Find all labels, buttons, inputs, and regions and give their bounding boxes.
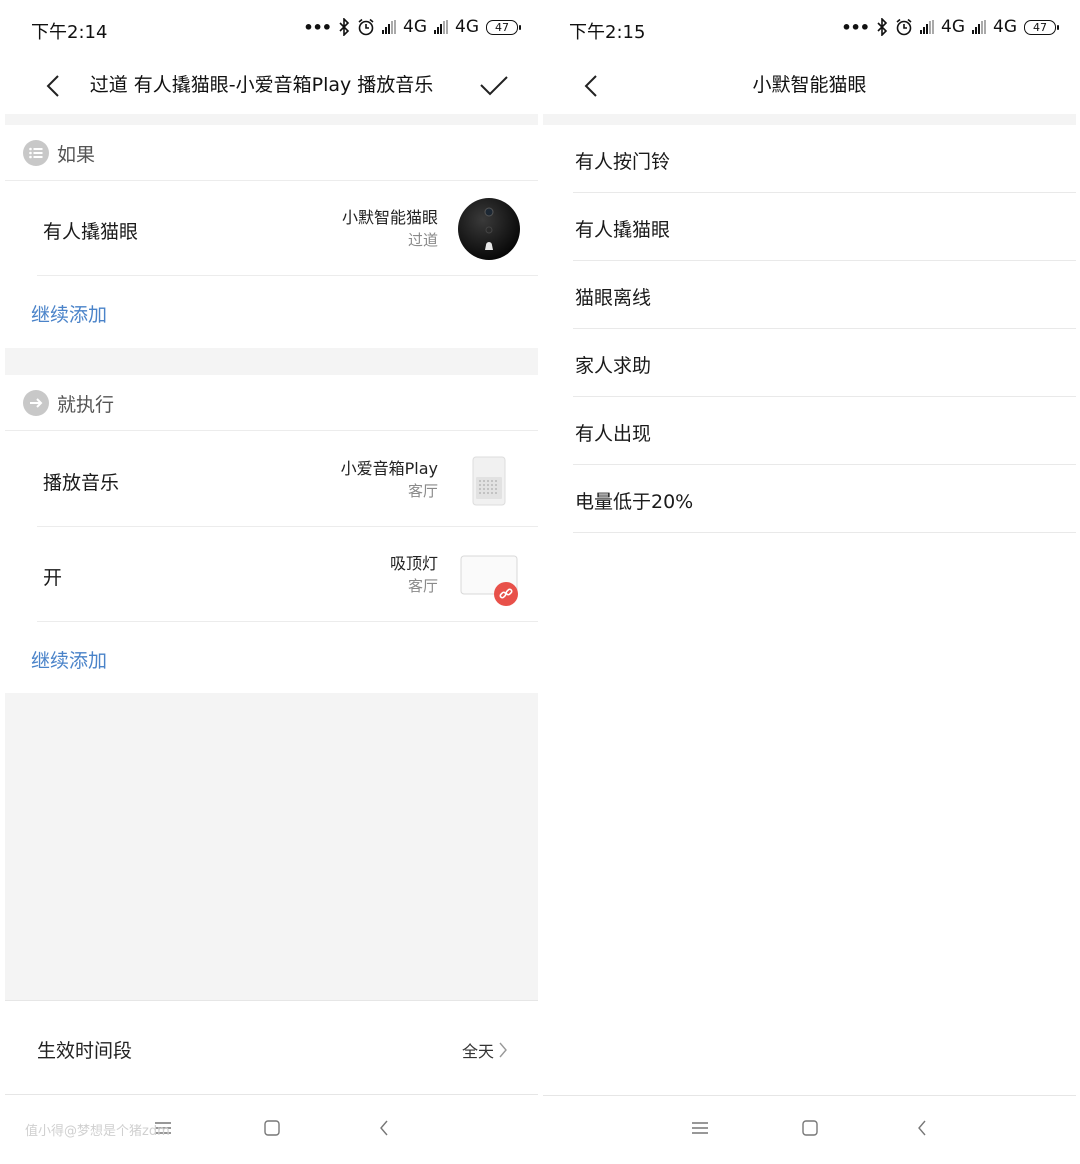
network-label-2: 4G [993,17,1017,37]
action-row[interactable]: 播放音乐 小爱音箱Play 客厅 [5,433,538,527]
trigger-option-label: 有人撬猫眼 [575,219,671,241]
battery-icon: 47 [486,19,521,35]
condition-label: 有人撬猫眼 [43,221,139,243]
status-bar: 下午2:14 ••• 4G 4G 47 [5,0,538,56]
row-divider [37,275,538,276]
system-nav-bar [543,1096,1076,1164]
device-name: 小默智能猫眼 [341,208,438,227]
network-label-1: 4G [403,17,427,37]
trigger-option[interactable]: 有人出现 [543,397,1076,465]
trigger-option[interactable]: 有人撬猫眼 [543,193,1076,261]
trigger-select-screen: 下午2:15 ••• 4G 4G 47 小默智能猫眼 有人按门铃 有人撬猫眼 猫… [543,0,1076,1164]
action-row[interactable]: 开 吸顶灯 客厅 [5,528,538,622]
more-dots-icon: ••• [841,17,870,37]
link-badge-icon [494,582,518,606]
action-device: 吸顶灯 客厅 [390,553,438,597]
home-button[interactable] [795,1116,825,1140]
row-divider [37,621,538,622]
trigger-option[interactable]: 电量低于20% [543,465,1076,533]
add-condition-link[interactable]: 继续添加 [31,300,107,327]
signal-hd-icon [972,20,986,34]
trigger-option-label: 家人求助 [575,355,652,377]
trigger-option-label: 猫眼离线 [575,287,652,309]
list-icon [23,140,49,166]
more-dots-icon: ••• [303,17,332,37]
effective-period-row[interactable]: 生效时间段 全天 [5,1000,538,1095]
signal-icon [382,20,396,34]
effective-period-label: 生效时间段 [37,1040,133,1062]
trigger-option-label: 有人按门铃 [575,151,671,173]
trigger-option[interactable]: 有人按门铃 [543,125,1076,193]
action-label: 播放音乐 [43,472,120,494]
if-section-title: 如果 [57,144,96,166]
status-time: 下午2:14 [31,22,108,43]
effective-period-value-wrap: 全天 [462,1038,508,1062]
row-divider [37,526,538,527]
top-bar: 过道 有人撬猫眼-小爱音箱Play 播放音乐 [5,56,538,114]
alarm-icon [358,18,374,36]
battery-icon: 47 [1024,19,1059,35]
nav-back-icon [918,1120,926,1136]
home-button[interactable] [257,1116,287,1140]
trigger-option-label: 电量低于20% [575,491,694,513]
ceiling-light-image [458,544,520,606]
if-section-header: 如果 [5,125,538,181]
then-section-title: 就执行 [57,394,115,416]
divider [5,348,538,375]
home-icon [802,1120,818,1136]
status-icons: ••• 4G 4G 47 [841,17,1059,37]
automation-edit-screen: 下午2:14 ••• 4G 4G 47 过道 有人撬猫眼-小爱音箱Play 播放… [5,0,538,1164]
status-bar: 下午2:15 ••• 4G 4G 47 [543,0,1076,56]
status-icons: ••• 4G 4G 47 [303,17,521,37]
trigger-option[interactable]: 家人求助 [543,329,1076,397]
trigger-option-label: 有人出现 [575,423,652,445]
nav-back-icon [380,1120,388,1136]
check-icon [480,76,508,96]
menu-icon [692,1122,708,1134]
page-title: 小默智能猫眼 [752,74,867,96]
add-action-link[interactable]: 继续添加 [31,646,107,673]
arrow-right-icon [23,390,49,416]
action-label: 开 [43,567,63,589]
effective-period-value: 全天 [461,1042,494,1061]
chevron-right-icon [499,1042,507,1058]
trigger-option[interactable]: 猫眼离线 [543,261,1076,329]
condition-device: 小默智能猫眼 过道 [342,207,438,251]
signal-icon [920,20,934,34]
device-name: 吸顶灯 [389,554,438,573]
row-divider [573,532,1076,533]
alarm-icon [896,18,912,36]
menu-button[interactable] [685,1116,715,1140]
divider [543,114,1076,125]
then-section-header: 就执行 [5,375,538,431]
divider [5,114,538,125]
bluetooth-icon [877,18,888,36]
device-room: 过道 [407,231,438,249]
action-device: 小爱音箱Play 客厅 [341,458,438,502]
empty-area [5,693,538,1000]
nav-back-button[interactable] [907,1116,937,1140]
speaker-image [458,449,520,511]
status-time: 下午2:15 [569,22,646,43]
device-name: 小爱音箱Play [340,459,438,478]
network-label-2: 4G [455,17,479,37]
network-label-1: 4G [941,17,965,37]
device-room: 客厅 [407,577,438,595]
condition-row[interactable]: 有人撬猫眼 小默智能猫眼 过道 [5,182,538,276]
top-bar: 小默智能猫眼 [543,56,1076,114]
bluetooth-icon [339,18,350,36]
home-icon [264,1120,280,1136]
page-title: 过道 有人撬猫眼-小爱音箱Play 播放音乐 [89,74,434,96]
peephole-camera-image [458,198,520,260]
nav-back-button[interactable] [369,1116,399,1140]
watermark: 值小得@梦想是个猪zdm [25,1124,170,1139]
device-room: 客厅 [407,482,438,500]
signal-hd-icon [434,20,448,34]
confirm-button[interactable] [476,68,512,104]
